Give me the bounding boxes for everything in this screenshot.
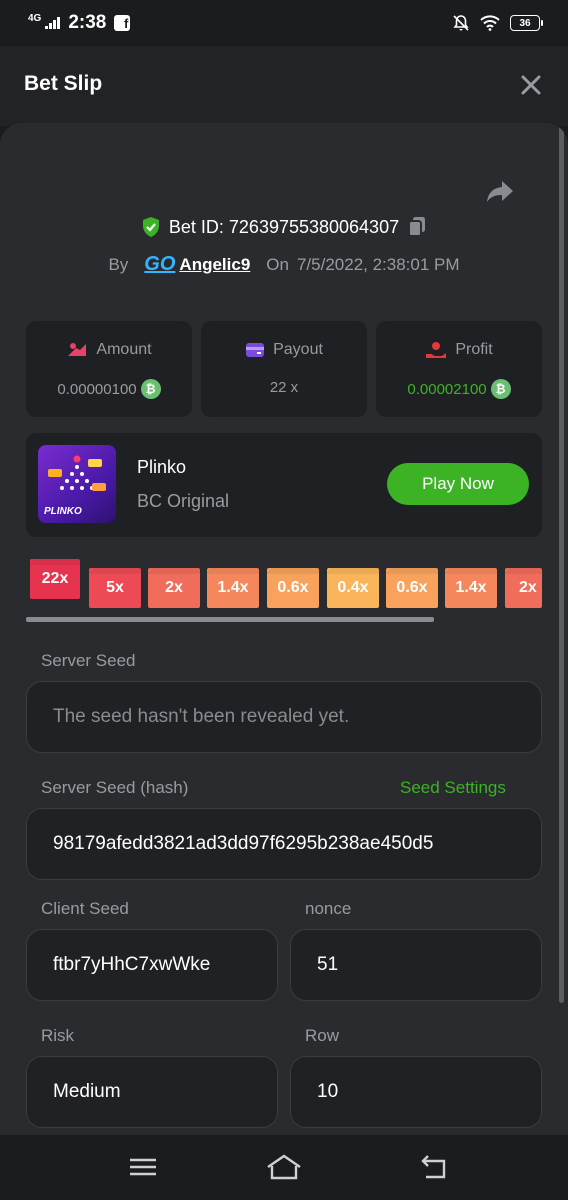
- copy-icon[interactable]: [407, 216, 427, 238]
- by-label: By: [108, 254, 129, 274]
- bet-slip-header: Bet Slip: [0, 46, 568, 126]
- server-seed-hash-field[interactable]: 98179afedd3821ad3dd97f6295b238ae450d5: [26, 808, 542, 880]
- bitcoin-coin-icon: ₿: [140, 379, 161, 399]
- row-field[interactable]: 10: [290, 1056, 542, 1128]
- status-bar: 4G 2:38 f 36: [0, 0, 568, 46]
- bet-amount-icon: [68, 343, 87, 356]
- payout-value: 22 x: [269, 379, 299, 396]
- wifi-icon: [480, 15, 500, 31]
- close-icon[interactable]: [518, 72, 544, 98]
- status-time: 2:38: [68, 12, 107, 33]
- bet-datetime: 7/5/2022, 2:38:01 PM: [296, 254, 460, 274]
- profit-icon: [426, 342, 447, 358]
- profit-label: Profit: [455, 341, 493, 358]
- bitcoin-coin-icon: ₿: [490, 379, 511, 399]
- multiplier-chip: 1.4x: [207, 568, 259, 608]
- multiplier-chip: 2x: [148, 568, 200, 608]
- facebook-icon: f: [114, 15, 131, 31]
- home-icon[interactable]: [265, 1153, 303, 1181]
- share-icon[interactable]: [484, 175, 516, 207]
- bet-author-row: By GO Angelic9 On 7/5/2022, 2:38:01 PM: [0, 253, 568, 276]
- server-seed-label: Server Seed: [41, 651, 136, 670]
- amount-label: Amount: [96, 341, 152, 358]
- nonce-label: nonce: [305, 899, 352, 918]
- multiplier-chip: 0.4x: [327, 568, 379, 608]
- menu-icon[interactable]: [127, 1153, 159, 1181]
- nonce-field[interactable]: 51: [290, 929, 542, 1001]
- amount-value: 0.00000100: [57, 380, 137, 398]
- multiplier-chip: 22x: [30, 559, 80, 599]
- risk-label: Risk: [41, 1026, 75, 1045]
- game-subtitle: BC Original: [137, 491, 230, 511]
- signal-icon: [45, 17, 61, 29]
- multiplier-chip: 5x: [89, 568, 141, 608]
- multiplier-chip: 2x: [505, 568, 542, 608]
- seed-settings-link[interactable]: Seed Settings: [400, 778, 506, 798]
- plinko-logo-text: PLINKO: [44, 506, 82, 517]
- amount-card: Amount 0.00000100 ₿: [26, 321, 192, 417]
- multiplier-chip: 1.4x: [445, 568, 497, 608]
- multiplier-chip: 0.6x: [386, 568, 438, 608]
- client-seed-label: Client Seed: [41, 899, 129, 918]
- page-title: Bet Slip: [24, 72, 103, 95]
- profit-value: 0.00002100: [407, 380, 487, 398]
- horizontal-scrollbar[interactable]: [26, 617, 434, 622]
- wallet-icon: [246, 343, 265, 357]
- game-card: PLINKO Plinko BC Original Play Now: [26, 433, 542, 537]
- battery-icon: 36: [510, 15, 543, 31]
- bet-id-row: Bet ID: 726397553800643​07: [0, 216, 568, 238]
- payout-card: Payout 22 x: [201, 321, 367, 417]
- on-label: On: [266, 254, 289, 274]
- plinko-thumbnail: PLINKO: [38, 445, 116, 523]
- mute-bell-icon: [453, 15, 469, 31]
- payout-label: Payout: [273, 341, 323, 358]
- play-now-button[interactable]: Play Now: [387, 463, 529, 505]
- client-seed-field[interactable]: ftbr7yHhC7xwWke: [26, 929, 278, 1001]
- back-icon[interactable]: [418, 1153, 450, 1181]
- server-seed-hash-label: Server Seed (hash): [41, 778, 189, 797]
- game-name: Plinko: [137, 457, 187, 477]
- risk-field[interactable]: Medium: [26, 1056, 278, 1128]
- user-logo: GO: [144, 253, 176, 275]
- server-seed-field[interactable]: The seed hasn't been revealed yet.: [26, 681, 542, 753]
- multiplier-chip: 0.6x: [267, 568, 319, 608]
- verified-shield-icon: [142, 217, 159, 237]
- bet-id: Bet ID: 726397553800643​07: [168, 216, 400, 237]
- system-nav-bar: [0, 1135, 568, 1200]
- bet-details-panel[interactable]: Bet ID: 726397553800643​07 By GO Angelic…: [0, 123, 568, 1135]
- user-link[interactable]: Angelic9: [179, 255, 250, 275]
- network-type: 4G: [28, 13, 42, 24]
- row-label: Row: [305, 1026, 340, 1045]
- profit-card: Profit 0.00002100 ₿: [376, 321, 542, 417]
